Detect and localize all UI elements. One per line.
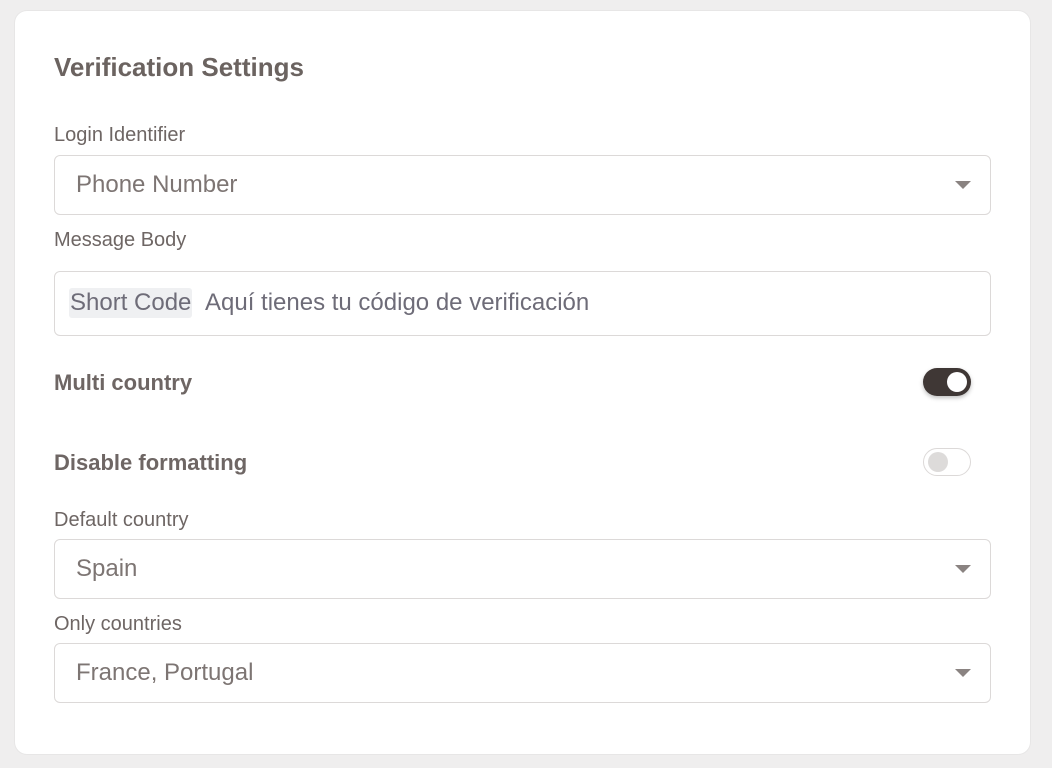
disable-formatting-label: Disable formatting xyxy=(54,450,248,475)
only-countries-label: Only countries xyxy=(54,613,182,635)
message-body-text: Aquí tienes tu código de verificación xyxy=(205,289,590,316)
only-countries-select[interactable]: France, Portugal xyxy=(54,643,991,703)
short-code-token[interactable]: Short Code xyxy=(69,288,193,318)
login-identifier-value: Phone Number xyxy=(76,171,238,198)
chevron-down-icon xyxy=(955,565,971,573)
login-identifier-label: Login Identifier xyxy=(54,124,186,146)
login-identifier-select[interactable]: Phone Number xyxy=(54,155,991,215)
default-country-select[interactable]: Spain xyxy=(54,539,991,599)
verification-settings-card: Verification Settings Login Identifier P… xyxy=(15,11,1030,754)
chevron-down-icon xyxy=(955,181,971,189)
default-country-label: Default country xyxy=(54,509,189,531)
multi-country-toggle[interactable] xyxy=(923,368,971,396)
toggle-knob xyxy=(947,372,967,392)
page-title: Verification Settings xyxy=(54,52,304,82)
multi-country-label: Multi country xyxy=(54,370,193,395)
chevron-down-icon xyxy=(955,669,971,677)
disable-formatting-toggle[interactable] xyxy=(923,448,971,476)
only-countries-value: France, Portugal xyxy=(76,659,254,686)
default-country-value: Spain xyxy=(76,555,138,582)
message-body-input[interactable]: Short Code Aquí tienes tu código de veri… xyxy=(54,271,991,336)
message-body-label: Message Body xyxy=(54,229,187,251)
toggle-knob xyxy=(928,452,948,472)
